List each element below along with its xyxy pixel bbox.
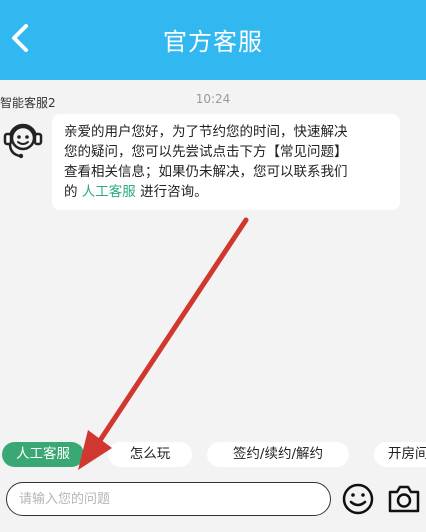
message-text: 进行咨询。 [135, 184, 208, 200]
message-line: 的 人工客服 进行咨询。 [64, 182, 388, 202]
question-input[interactable] [6, 482, 331, 516]
quick-reply-open-room[interactable]: 开房间 [374, 442, 426, 467]
emoji-button[interactable] [340, 482, 376, 516]
quick-reply-how-to-play[interactable]: 怎么玩 [108, 442, 192, 467]
human-service-link[interactable]: 人工客服 [82, 184, 136, 200]
headset-bot-icon [3, 123, 43, 159]
smiley-icon [342, 483, 374, 515]
customer-service-screen: 官方客服 10:24 智能客服2 亲爱的用户您好，为了节约您的时间，快速解决 您… [0, 0, 426, 532]
message-line: 亲爱的用户您好，为了节约您的时间，快速解决 [64, 124, 348, 140]
input-bar [0, 472, 426, 532]
chat-area[interactable]: 10:24 智能客服2 亲爱的用户您好，为了节约您的时间，快速解决 您的疑问，您… [0, 80, 426, 440]
message-line: 查看相关信息；如果仍未解决，您可以联系我们 [64, 164, 348, 180]
message-text: 的 [64, 184, 82, 200]
camera-icon [388, 485, 420, 513]
message-line: 您的疑问，您可以先尝试点击下方【常见问题】 [64, 144, 348, 160]
header-bar: 官方客服 [0, 0, 426, 80]
page-title: 官方客服 [163, 28, 263, 56]
quick-reply-human-service[interactable]: 人工客服 [2, 442, 84, 467]
camera-button[interactable] [386, 482, 422, 516]
message-timestamp: 10:24 [195, 92, 231, 106]
bot-message-bubble: 亲爱的用户您好，为了节约您的时间，快速解决 您的疑问，您可以先尝试点击下方【常见… [52, 114, 400, 210]
bot-avatar [2, 118, 44, 162]
quick-reply-bar: 人工客服 怎么玩 签约/续约/解约 开房间 [0, 440, 426, 470]
bot-name: 智能客服2 [0, 96, 56, 110]
quick-reply-contract[interactable]: 签约/续约/解约 [207, 442, 349, 467]
